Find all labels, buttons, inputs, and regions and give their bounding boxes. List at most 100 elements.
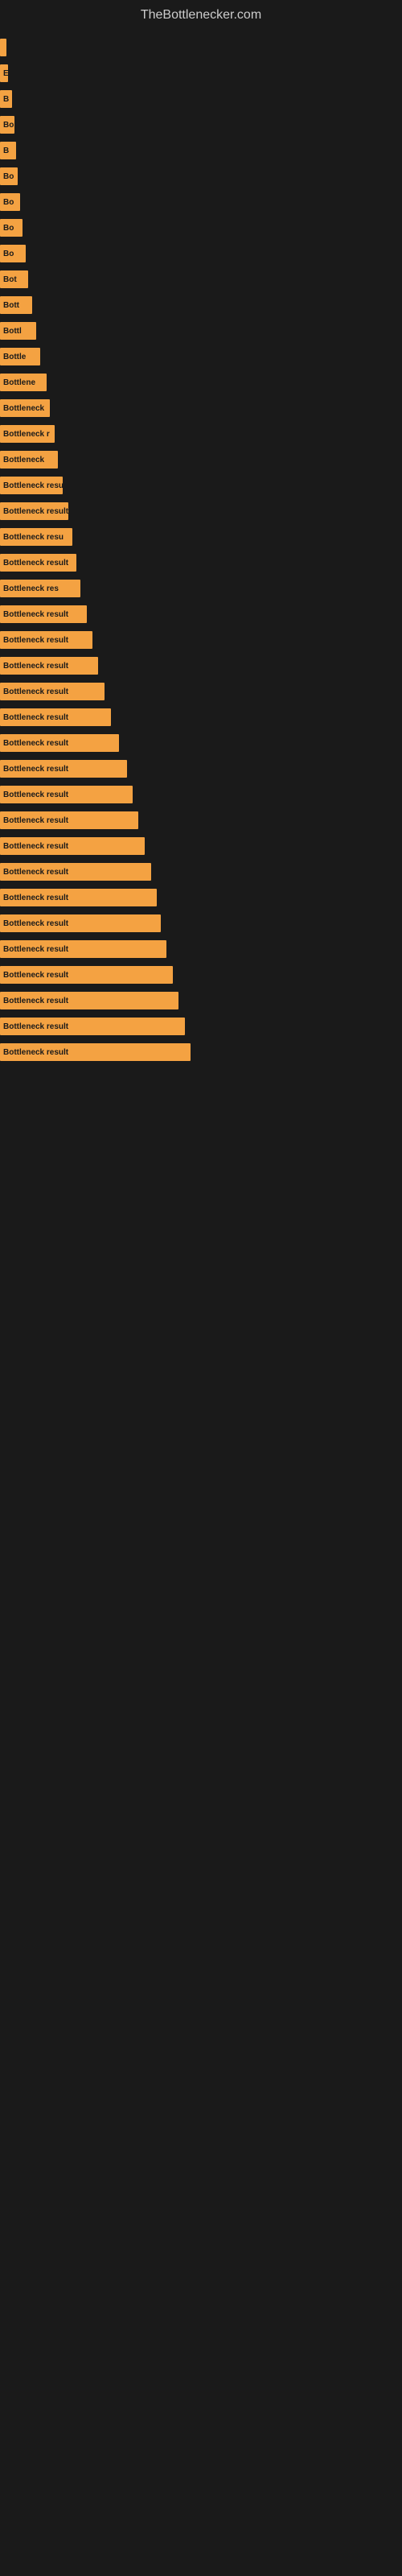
bar-31: Bottleneck result	[0, 811, 138, 829]
bar-row-37: Bottleneck result	[0, 962, 402, 988]
bar-label-29: Bottleneck result	[3, 765, 68, 774]
bar-label-36: Bottleneck result	[3, 945, 68, 954]
bar-row-3: B	[0, 86, 402, 112]
bar-15: Bottleneck	[0, 399, 50, 417]
bar-26: Bottleneck result	[0, 683, 105, 700]
bar-row-22: Bottleneck res	[0, 576, 402, 601]
bar-label-34: Bottleneck result	[3, 894, 68, 902]
bar-8: Bo	[0, 219, 23, 237]
bar-label-32: Bottleneck result	[3, 842, 68, 851]
bar-row-19: Bottleneck result	[0, 498, 402, 524]
bar-18: Bottleneck resu	[0, 477, 63, 494]
bar-13: Bottle	[0, 348, 40, 365]
bar-label-18: Bottleneck resu	[3, 481, 63, 490]
bar-label-24: Bottleneck result	[3, 636, 68, 645]
bar-row-18: Bottleneck resu	[0, 473, 402, 498]
bar-1	[0, 39, 6, 56]
bar-label-6: Bo	[3, 172, 14, 181]
bar-label-14: Bottlene	[3, 378, 35, 387]
bar-33: Bottleneck result	[0, 863, 151, 881]
bar-row-38: Bottleneck result	[0, 988, 402, 1013]
bar-row-28: Bottleneck result	[0, 730, 402, 756]
bar-35: Bottleneck result	[0, 914, 161, 932]
bar-12: Bottl	[0, 322, 36, 340]
bars-container: E B Bo B Bo Bo Bo Bo Bot Bott Bottl Bottle Bottlene B…	[0, 27, 402, 1073]
bar-row-15: Bottleneck	[0, 395, 402, 421]
bar-34: Bottleneck result	[0, 889, 157, 906]
bar-label-30: Bottleneck result	[3, 791, 68, 799]
bar-22: Bottleneck res	[0, 580, 80, 597]
bar-label-25: Bottleneck result	[3, 662, 68, 671]
bar-label-7: Bo	[3, 198, 14, 207]
bar-row-11: Bott	[0, 292, 402, 318]
bar-label-15: Bottleneck	[3, 404, 44, 413]
bar-label-33: Bottleneck result	[3, 868, 68, 877]
bar-6: Bo	[0, 167, 18, 185]
bar-row-21: Bottleneck result	[0, 550, 402, 576]
bar-row-27: Bottleneck result	[0, 704, 402, 730]
bar-label-37: Bottleneck result	[3, 971, 68, 980]
bar-row-4: Bo	[0, 112, 402, 138]
bar-label-11: Bott	[3, 301, 19, 310]
bar-row-12: Bottl	[0, 318, 402, 344]
bar-37: Bottleneck result	[0, 966, 173, 984]
bar-label-4: Bo	[3, 121, 14, 130]
bar-row-25: Bottleneck result	[0, 653, 402, 679]
bar-19: Bottleneck result	[0, 502, 68, 520]
bar-5: B	[0, 142, 16, 159]
bar-label-2: E	[3, 69, 8, 78]
bar-label-22: Bottleneck res	[3, 584, 59, 593]
bar-label-17: Bottleneck	[3, 456, 44, 464]
bar-row-1	[0, 35, 402, 60]
bar-row-36: Bottleneck result	[0, 936, 402, 962]
bar-24: Bottleneck result	[0, 631, 92, 649]
bar-25: Bottleneck result	[0, 657, 98, 675]
bar-row-13: Bottle	[0, 344, 402, 369]
bar-row-31: Bottleneck result	[0, 807, 402, 833]
bar-row-40: Bottleneck result	[0, 1039, 402, 1065]
bar-row-10: Bot	[0, 266, 402, 292]
bar-28: Bottleneck result	[0, 734, 119, 752]
bar-label-10: Bot	[3, 275, 17, 284]
bar-32: Bottleneck result	[0, 837, 145, 855]
bar-label-12: Bottl	[3, 327, 22, 336]
bar-label-5: B	[3, 147, 9, 155]
bar-row-6: Bo	[0, 163, 402, 189]
bar-23: Bottleneck result	[0, 605, 87, 623]
bar-label-9: Bo	[3, 250, 14, 258]
bar-3: B	[0, 90, 12, 108]
bar-14: Bottlene	[0, 374, 47, 391]
bar-4: Bo	[0, 116, 14, 134]
bar-label-3: B	[3, 95, 9, 104]
bar-row-14: Bottlene	[0, 369, 402, 395]
bar-29: Bottleneck result	[0, 760, 127, 778]
bar-38: Bottleneck result	[0, 992, 178, 1009]
bar-label-13: Bottle	[3, 353, 26, 361]
bar-row-16: Bottleneck r	[0, 421, 402, 447]
bar-row-26: Bottleneck result	[0, 679, 402, 704]
bar-label-20: Bottleneck resu	[3, 533, 64, 542]
bar-label-19: Bottleneck result	[3, 507, 68, 516]
bar-17: Bottleneck	[0, 451, 58, 469]
bar-row-34: Bottleneck result	[0, 885, 402, 910]
bar-label-27: Bottleneck result	[3, 713, 68, 722]
bar-label-16: Bottleneck r	[3, 430, 50, 439]
bar-label-31: Bottleneck result	[3, 816, 68, 825]
bar-label-40: Bottleneck result	[3, 1048, 68, 1057]
bar-label-35: Bottleneck result	[3, 919, 68, 928]
bar-row-29: Bottleneck result	[0, 756, 402, 782]
bar-row-24: Bottleneck result	[0, 627, 402, 653]
bar-label-26: Bottleneck result	[3, 687, 68, 696]
bar-row-33: Bottleneck result	[0, 859, 402, 885]
bar-row-20: Bottleneck resu	[0, 524, 402, 550]
bar-39: Bottleneck result	[0, 1018, 185, 1035]
bar-row-5: B	[0, 138, 402, 163]
bar-row-17: Bottleneck	[0, 447, 402, 473]
bar-label-23: Bottleneck result	[3, 610, 68, 619]
bar-2: E	[0, 64, 8, 82]
bar-label-38: Bottleneck result	[3, 997, 68, 1005]
bar-row-39: Bottleneck result	[0, 1013, 402, 1039]
bar-row-7: Bo	[0, 189, 402, 215]
bar-label-28: Bottleneck result	[3, 739, 68, 748]
bar-21: Bottleneck result	[0, 554, 76, 572]
